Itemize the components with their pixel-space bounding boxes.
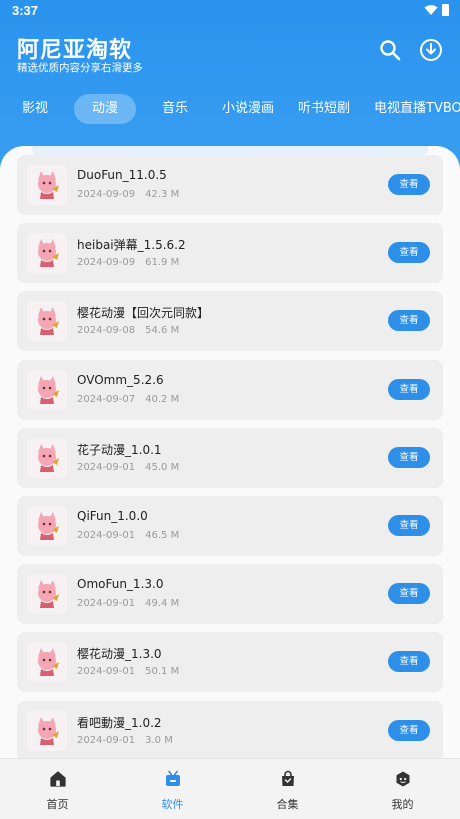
software-list[interactable]: DuoFun_11.0.5 2024-09-09 42.3 M 查看 heibai弹幕_…	[0, 146, 460, 819]
nav-profile-label: 我的	[391, 798, 414, 811]
battery-icon	[442, 4, 449, 16]
item-date: 2024-09-01	[77, 530, 136, 541]
list-item[interactable]: DuoFun_11.0.5 2024-09-09 42.3 M 查看	[17, 155, 443, 215]
app-thumbnail	[27, 506, 67, 546]
nav-home-label: 首页	[46, 798, 69, 811]
item-meta: 2024-09-01 3.0 M	[77, 735, 173, 746]
view-button[interactable]: 查看	[388, 242, 430, 264]
list-item[interactable]: 樱花动漫_1.3.0 2024-09-01 50.1 M 查看	[17, 632, 443, 693]
item-size: 54.6 M	[145, 325, 180, 337]
wifi-icon	[424, 5, 438, 15]
tab-audiobooks-shorts[interactable]: 听书短剧	[294, 94, 354, 124]
view-button[interactable]: 查看	[388, 651, 430, 673]
status-time: 3:37	[12, 3, 39, 18]
view-button[interactable]: 查看	[388, 583, 430, 605]
app-thumbnail	[27, 165, 67, 205]
item-date: 2024-09-07	[77, 393, 136, 405]
item-name: DuoFun_11.0.5	[77, 168, 167, 182]
nav-software[interactable]: 软件	[115, 759, 230, 819]
app-thumbnail	[27, 369, 67, 410]
item-date: 2024-09-01	[77, 461, 136, 473]
view-button[interactable]: 查看	[388, 515, 430, 536]
nav-home[interactable]: 首页	[0, 759, 115, 819]
item-name: 樱花动漫【回次元同款】	[77, 306, 210, 321]
apps-icon	[166, 770, 180, 786]
nav-collection-label: 合集	[276, 798, 299, 811]
item-size: 45.0 M	[145, 461, 180, 473]
tab-movies[interactable]: 影视	[12, 94, 58, 124]
profile-icon	[396, 771, 410, 787]
item-meta: 2024-09-01 49.4 M	[77, 598, 179, 609]
home-icon	[50, 771, 66, 787]
item-size: 3.0 M	[145, 734, 173, 746]
list-item[interactable]: QiFun_1.0.0 2024-09-01 46.5 M 查看	[17, 496, 443, 556]
item-meta: 2024-09-01 50.1 M	[77, 666, 179, 677]
nav-software-label: 软件	[161, 798, 184, 811]
item-name: QiFun_1.0.0	[77, 509, 148, 523]
item-date: 2024-09-08	[77, 325, 136, 337]
item-date: 2024-09-01	[77, 598, 136, 610]
view-button[interactable]: 查看	[388, 719, 430, 741]
nav-profile[interactable]: 我的	[345, 759, 460, 819]
tab-tv-live[interactable]: 电视直播TVBOX	[374, 94, 460, 124]
item-name: OVOmm_5.2.6	[77, 372, 164, 387]
view-button[interactable]: 查看	[388, 378, 430, 400]
app-thumbnail	[27, 710, 67, 751]
item-name: 樱花动漫_1.3.0	[77, 647, 162, 662]
bottom-navigation: 首页 软件 合集 我的	[0, 758, 460, 819]
list-item[interactable]: 花子动漫_1.0.1 2024-09-01 45.0 M 查看	[17, 427, 443, 488]
bag-icon	[282, 770, 294, 786]
item-meta: 2024-09-09 61.9 M	[77, 257, 179, 268]
item-size: 46.5 M	[145, 530, 180, 541]
item-date: 2024-09-09	[77, 257, 136, 269]
nav-collection[interactable]: 合集	[230, 759, 345, 819]
item-name: OmoFun_1.3.0	[77, 577, 164, 592]
app-thumbnail	[27, 642, 67, 683]
item-date: 2024-09-01	[77, 734, 136, 746]
app-subtitle: 精选优质内容分享右滑更多	[17, 62, 143, 74]
app-thumbnail	[27, 301, 67, 342]
item-date: 2024-09-01	[77, 666, 136, 678]
download-icon[interactable]	[419, 38, 443, 62]
status-bar: 3:37	[0, 0, 460, 22]
tab-novels-comics[interactable]: 小说漫画	[218, 94, 278, 124]
search-icon[interactable]	[378, 38, 402, 62]
item-meta: 2024-09-08 54.6 M	[77, 325, 179, 336]
list-item[interactable]: heibai弹幕_1.5.6.2 2024-09-09 61.9 M 查看	[17, 223, 443, 284]
list-item[interactable]: 樱花动漫【回次元同款】 2024-09-08 54.6 M 查看	[17, 291, 443, 352]
item-size: 61.9 M	[145, 257, 180, 269]
tab-music[interactable]: 音乐	[152, 94, 198, 124]
app-thumbnail	[27, 233, 67, 274]
item-size: 50.1 M	[145, 666, 180, 678]
item-size: 49.4 M	[145, 598, 180, 610]
app-thumbnail	[27, 574, 67, 615]
item-name: 花子动漫_1.0.1	[77, 442, 162, 457]
app-thumbnail	[27, 437, 67, 478]
item-meta: 2024-09-01 46.5 M	[77, 530, 179, 541]
tab-anime[interactable]: 动漫	[74, 94, 136, 124]
view-button[interactable]: 查看	[388, 310, 430, 332]
item-size: 40.2 M	[145, 393, 180, 405]
list-item[interactable]: 看吧動漫_1.0.2 2024-09-01 3.0 M 查看	[17, 700, 443, 761]
list-item[interactable]: OVOmm_5.2.6 2024-09-07 40.2 M 查看	[17, 359, 443, 420]
category-tabs: 影视 动漫 音乐 小说漫画 听书短剧 电视直播TVBOX	[0, 94, 460, 124]
view-button[interactable]: 查看	[388, 446, 430, 468]
item-name: heibai弹幕_1.5.6.2	[77, 238, 186, 253]
item-meta: 2024-09-07 40.2 M	[77, 394, 179, 405]
item-meta: 2024-09-01 45.0 M	[77, 462, 179, 473]
view-button[interactable]: 查看	[388, 174, 430, 195]
item-name: 看吧動漫_1.0.2	[77, 715, 162, 730]
item-size: 42.3 M	[145, 189, 180, 200]
item-date: 2024-09-09	[77, 189, 136, 200]
item-meta: 2024-09-09 42.3 M	[77, 189, 179, 200]
list-item[interactable]: OmoFun_1.3.0 2024-09-01 49.4 M 查看	[17, 564, 443, 625]
